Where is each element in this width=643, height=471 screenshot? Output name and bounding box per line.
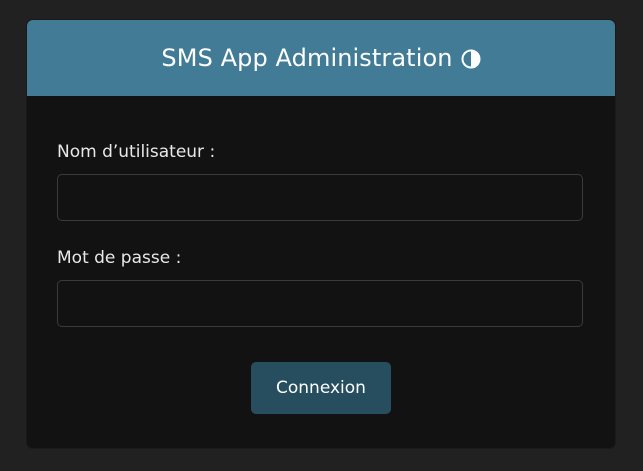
password-input[interactable] <box>57 280 583 327</box>
password-label: Mot de passe : <box>57 248 182 268</box>
contrast-toggle-icon[interactable] <box>461 47 481 69</box>
app-title: SMS App Administration <box>161 44 453 72</box>
login-button[interactable]: Connexion <box>251 362 391 414</box>
username-input[interactable] <box>57 174 583 221</box>
username-label: Nom d’utilisateur : <box>57 142 216 162</box>
login-card: SMS App Administration Nom d’utilisateur… <box>27 20 615 448</box>
card-header: SMS App Administration <box>27 20 615 96</box>
